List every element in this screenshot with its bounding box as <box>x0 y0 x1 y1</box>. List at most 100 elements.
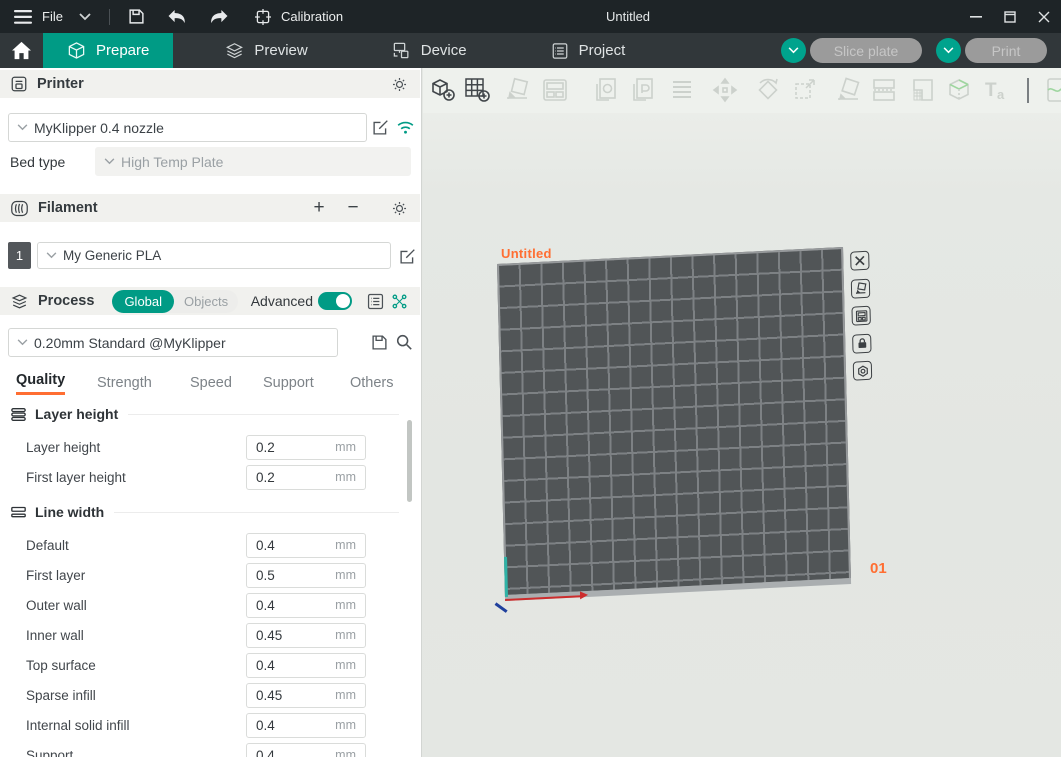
setting-value[interactable]: 0.45 <box>256 628 335 643</box>
tab-support[interactable]: Support <box>263 375 314 391</box>
tab-quality[interactable]: Quality <box>16 372 65 395</box>
bed-type-select[interactable]: High Temp Plate <box>95 147 411 176</box>
edit-printer-icon[interactable] <box>370 117 390 137</box>
redo-icon[interactable] <box>204 0 235 33</box>
setting-value[interactable]: 0.4 <box>256 748 335 757</box>
add-plate-icon[interactable] <box>462 75 492 105</box>
save-icon[interactable] <box>122 0 151 33</box>
delete-plate-icon[interactable] <box>850 251 869 271</box>
edit-filament-icon[interactable] <box>397 246 417 266</box>
printer-preset-value: MyKlipper 0.4 nozzle <box>34 120 164 136</box>
svg-text:a: a <box>997 87 1005 102</box>
setting-label: First layer height <box>26 470 246 485</box>
orient-plate-icon[interactable] <box>851 278 870 298</box>
rotate-icon[interactable] <box>753 75 783 105</box>
tab-preview[interactable]: Preview <box>201 33 331 68</box>
scope-objects-button[interactable]: Objects <box>174 294 238 309</box>
setting-input[interactable]: 0.4 mm <box>246 743 366 757</box>
seam-painting-icon[interactable] <box>1043 75 1061 105</box>
remove-filament-button[interactable]: − <box>342 197 364 219</box>
filament-settings-gear-icon[interactable] <box>388 197 410 219</box>
variable-layer-height-icon[interactable] <box>908 75 938 105</box>
tab-speed[interactable]: Speed <box>190 375 232 391</box>
move-icon[interactable] <box>710 75 740 105</box>
title-bar: File Calibration Untitled <box>0 0 1061 33</box>
add-object-icon[interactable] <box>428 75 458 105</box>
setting-label: Layer height <box>26 440 246 455</box>
setting-value[interactable]: 0.2 <box>256 470 335 485</box>
filament-preset-select[interactable]: My Generic PLA <box>37 242 391 269</box>
scope-global-button[interactable]: Global <box>112 290 174 313</box>
setting-input[interactable]: 0.4 mm <box>246 713 366 738</box>
process-preset-select[interactable]: 0.20mm Standard @MyKlipper <box>8 328 338 357</box>
build-plate[interactable] <box>497 247 851 597</box>
sidebar-scrollbar-thumb[interactable] <box>407 420 412 502</box>
viewport-3d[interactable]: Ta Untitled <box>423 68 1061 757</box>
wifi-connection-icon[interactable] <box>395 117 415 137</box>
setting-input[interactable]: 0.45 mm <box>246 623 366 648</box>
plate-settings-icon[interactable] <box>853 361 872 381</box>
calibration-menu[interactable]: Calibration <box>277 9 347 24</box>
setting-input[interactable]: 0.2 mm <box>246 435 366 460</box>
mesh-boolean-icon[interactable] <box>944 75 974 105</box>
printer-preset-select[interactable]: MyKlipper 0.4 nozzle <box>8 113 367 142</box>
setting-value[interactable]: 0.4 <box>256 598 335 613</box>
setting-value[interactable]: 0.4 <box>256 658 335 673</box>
slice-plate-button[interactable]: Slice plate <box>810 38 922 63</box>
split-to-objects-icon[interactable] <box>590 75 620 105</box>
minimize-button[interactable] <box>959 0 993 33</box>
setting-value[interactable]: 0.45 <box>256 688 335 703</box>
tab-prepare[interactable]: Prepare <box>43 33 173 68</box>
filament-slot-badge[interactable]: 1 <box>8 242 31 269</box>
close-button[interactable] <box>1027 0 1061 33</box>
tab-project[interactable]: Project <box>527 33 650 68</box>
setting-input[interactable]: 0.2 mm <box>246 465 366 490</box>
maximize-button[interactable] <box>993 0 1027 33</box>
slice-options-chevron-icon[interactable] <box>781 38 806 63</box>
split-to-parts-icon[interactable] <box>627 75 657 105</box>
compare-presets-icon[interactable] <box>388 290 410 312</box>
line-width-icon <box>10 505 27 520</box>
lock-plate-icon[interactable] <box>852 333 871 353</box>
setting-unit: mm <box>335 538 356 552</box>
setting-input[interactable]: 0.4 mm <box>246 593 366 618</box>
advanced-toggle[interactable] <box>318 292 352 310</box>
tab-device[interactable]: Device <box>368 33 491 68</box>
project-icon <box>551 42 569 60</box>
setting-value[interactable]: 0.4 <box>256 538 335 553</box>
file-menu[interactable]: File <box>38 9 67 24</box>
calibration-icon[interactable] <box>249 0 277 33</box>
window-title: Untitled <box>606 9 650 24</box>
setting-value[interactable]: 0.4 <box>256 718 335 733</box>
setting-input[interactable]: 0.5 mm <box>246 563 366 588</box>
chevron-down-icon[interactable] <box>73 0 97 33</box>
hamburger-menu-icon[interactable] <box>8 0 38 33</box>
setting-input[interactable]: 0.45 mm <box>246 683 366 708</box>
cut-icon[interactable] <box>869 75 899 105</box>
auto-orient-icon[interactable] <box>503 75 533 105</box>
printer-settings-gear-icon[interactable] <box>388 73 410 95</box>
lay-on-face-icon[interactable] <box>833 75 863 105</box>
setting-label: First layer <box>26 568 246 583</box>
print-options-chevron-icon[interactable] <box>936 38 961 63</box>
home-button[interactable] <box>0 33 43 68</box>
arrange-plate-icon[interactable] <box>851 306 870 326</box>
scale-icon[interactable] <box>791 75 821 105</box>
arrange-icon[interactable] <box>540 75 570 105</box>
plate-name-label[interactable]: Untitled <box>501 246 552 261</box>
add-filament-button[interactable]: + <box>308 197 330 219</box>
setting-input[interactable]: 0.4 mm <box>246 653 366 678</box>
search-settings-icon[interactable] <box>394 332 414 352</box>
setting-value[interactable]: 0.5 <box>256 568 335 583</box>
assembly-view-icon[interactable] <box>667 75 697 105</box>
tab-others[interactable]: Others <box>350 375 394 391</box>
setting-unit: mm <box>335 748 356 757</box>
save-preset-icon[interactable] <box>369 332 389 352</box>
setting-value[interactable]: 0.2 <box>256 440 335 455</box>
print-button[interactable]: Print <box>965 38 1047 63</box>
tab-strength[interactable]: Strength <box>97 375 152 391</box>
undo-icon[interactable] <box>161 0 192 33</box>
parameter-list-icon[interactable] <box>364 290 386 312</box>
setting-input[interactable]: 0.4 mm <box>246 533 366 558</box>
text-tool-icon[interactable]: Ta <box>981 75 1011 105</box>
